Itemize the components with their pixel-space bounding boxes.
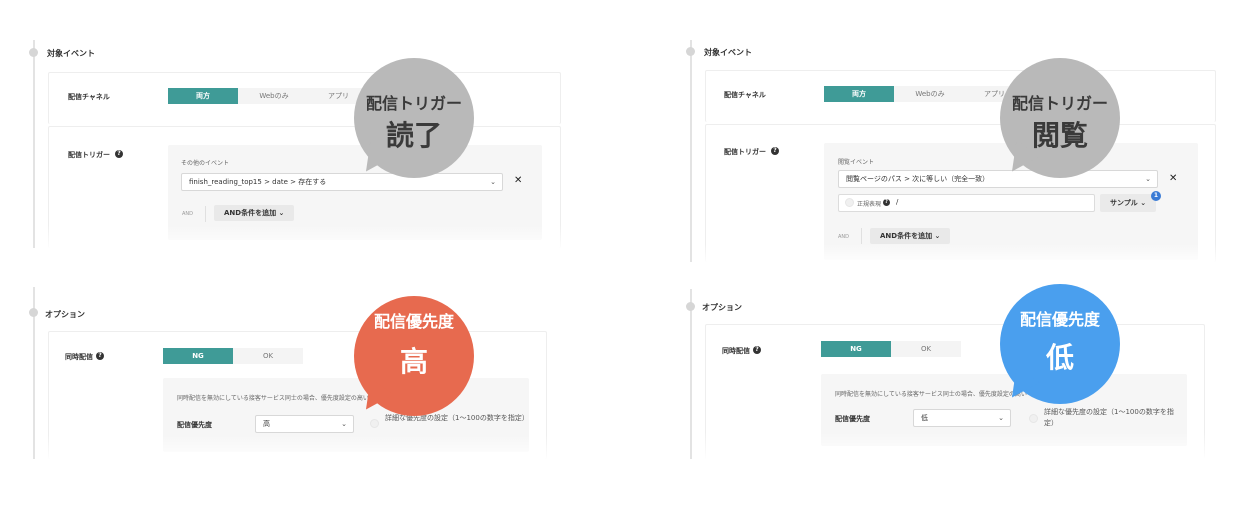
chevron-down-icon: ⌄ (1140, 199, 1147, 207)
priority-select[interactable]: 低 ⌄ (913, 409, 1011, 427)
sample-button-label: サンプル (1110, 199, 1138, 207)
fade-overlay (696, 244, 1226, 264)
chevron-down-icon: ⌄ (1145, 175, 1151, 183)
chevron-down-icon: ⌄ (490, 178, 496, 186)
concurrent-label: 同時配信 (722, 347, 750, 355)
priority-label: 配信優先度 (835, 415, 870, 423)
callout-value: 低 (1045, 341, 1074, 374)
concurrent-label: 同時配信 (65, 353, 93, 361)
help-icon[interactable]: ? (771, 147, 779, 155)
concurrent-toggle: NG OK (821, 341, 961, 357)
channel-option-web[interactable]: Webのみ (238, 88, 310, 104)
channel-option-both[interactable]: 両方 (824, 86, 894, 102)
section-title-option: オプション (45, 310, 85, 319)
concurrent-note: 同時配信を無効にしている接客サービス同士の場合、優先度設定の高い (835, 391, 1027, 398)
callout-value: 読了 (385, 119, 442, 152)
event-select-value: finish_reading_top15 > date > 存在する (189, 178, 327, 186)
callout-value: 高 (399, 345, 428, 378)
toggle-ok[interactable]: OK (233, 348, 303, 364)
add-and-condition-label: AND条件を追加 (880, 232, 933, 240)
callout-title: 配信優先度 (1019, 310, 1100, 329)
timeline-rail (690, 289, 692, 459)
callout-title: 配信優先度 (373, 312, 454, 331)
timeline-dot (29, 308, 38, 317)
priority-select[interactable]: 高 ⌄ (255, 415, 354, 433)
channel-segmented-control: 両方 Webのみ アプリ (824, 86, 1026, 102)
other-event-label: その他のイベント (181, 160, 230, 167)
timeline-dot (29, 48, 38, 57)
divider (205, 206, 206, 222)
and-label: AND (838, 234, 850, 240)
channel-label: 配信チャネル (724, 91, 766, 99)
section-title-option: オプション (702, 303, 742, 312)
and-label: AND (182, 211, 194, 217)
priority-select-value: 低 (921, 414, 928, 422)
chevron-down-icon: ⌄ (341, 420, 347, 428)
callout-trigger-read: 配信トリガー 読了 (354, 58, 474, 180)
timeline-dot (686, 47, 695, 56)
timeline-rail (690, 40, 692, 262)
event-select[interactable]: 閲覧ページのパス > 次に等しい（完全一致） ⌄ (838, 170, 1158, 188)
event-select-value: 閲覧ページのパス > 次に等しい（完全一致） (846, 175, 990, 183)
browse-event-label: 閲覧イベント (838, 159, 875, 166)
help-icon[interactable]: ? (115, 150, 123, 158)
section-title-event: 対象イベント (704, 48, 752, 57)
callout-value: 閲覧 (1031, 119, 1088, 152)
path-value: / (896, 198, 899, 206)
callout-trigger-browse: 配信トリガー 閲覧 (1000, 58, 1120, 180)
channel-option-web[interactable]: Webのみ (894, 86, 966, 102)
chevron-down-icon: ⌄ (998, 414, 1004, 422)
timeline-dot (686, 302, 695, 311)
regex-checkbox[interactable] (845, 198, 854, 207)
add-and-condition-label: AND条件を追加 (224, 209, 277, 217)
toggle-ng[interactable]: NG (821, 341, 891, 357)
callout-priority-low: 配信優先度 低 (1000, 284, 1120, 406)
callout-title: 配信トリガー (365, 94, 462, 113)
fade-overlay (40, 225, 570, 251)
event-select[interactable]: finish_reading_top15 > date > 存在する ⌄ (181, 173, 503, 191)
sample-button[interactable]: サンプル ⌄ (1100, 194, 1157, 212)
channel-label: 配信チャネル (68, 93, 110, 101)
timeline-rail (33, 40, 35, 248)
section-title-event: 対象イベント (47, 49, 95, 58)
trigger-label: 配信トリガー (68, 151, 110, 159)
close-icon[interactable]: ✕ (514, 175, 522, 186)
divider (861, 228, 862, 244)
add-and-condition-button[interactable]: AND条件を追加 ⌄ (870, 228, 951, 244)
toggle-ok[interactable]: OK (891, 341, 961, 357)
fade-overlay (696, 432, 1216, 460)
callout-priority-high: 配信優先度 高 (354, 296, 474, 418)
regex-label: 正規表現 (857, 201, 882, 208)
toggle-ng[interactable]: NG (163, 348, 233, 364)
priority-label: 配信優先度 (177, 421, 212, 429)
close-icon[interactable]: ✕ (1169, 173, 1177, 184)
help-icon[interactable]: ? (753, 346, 761, 354)
add-and-condition-button[interactable]: AND条件を追加 ⌄ (214, 205, 295, 221)
callout-title: 配信トリガー (1011, 94, 1108, 113)
priority-select-value: 高 (263, 420, 270, 428)
channel-option-both[interactable]: 両方 (168, 88, 238, 104)
help-icon[interactable]: ? (883, 199, 890, 206)
channel-segmented-control: 両方 Webのみ アプリ (168, 88, 368, 104)
fade-overlay (40, 435, 560, 461)
chevron-down-icon: ⌄ (934, 232, 941, 240)
detail-priority-checkbox[interactable] (370, 419, 379, 428)
concurrent-toggle: NG OK (163, 348, 303, 364)
help-icon[interactable]: ? (96, 352, 104, 360)
chevron-down-icon: ⌄ (278, 209, 285, 217)
trigger-label: 配信トリガー (724, 148, 766, 156)
detail-priority-checkbox[interactable] (1029, 414, 1038, 423)
sample-count-badge: 1 (1151, 191, 1161, 201)
detail-priority-label: 詳細な優先度の設定（1〜100の数字を指定） (1044, 408, 1174, 427)
